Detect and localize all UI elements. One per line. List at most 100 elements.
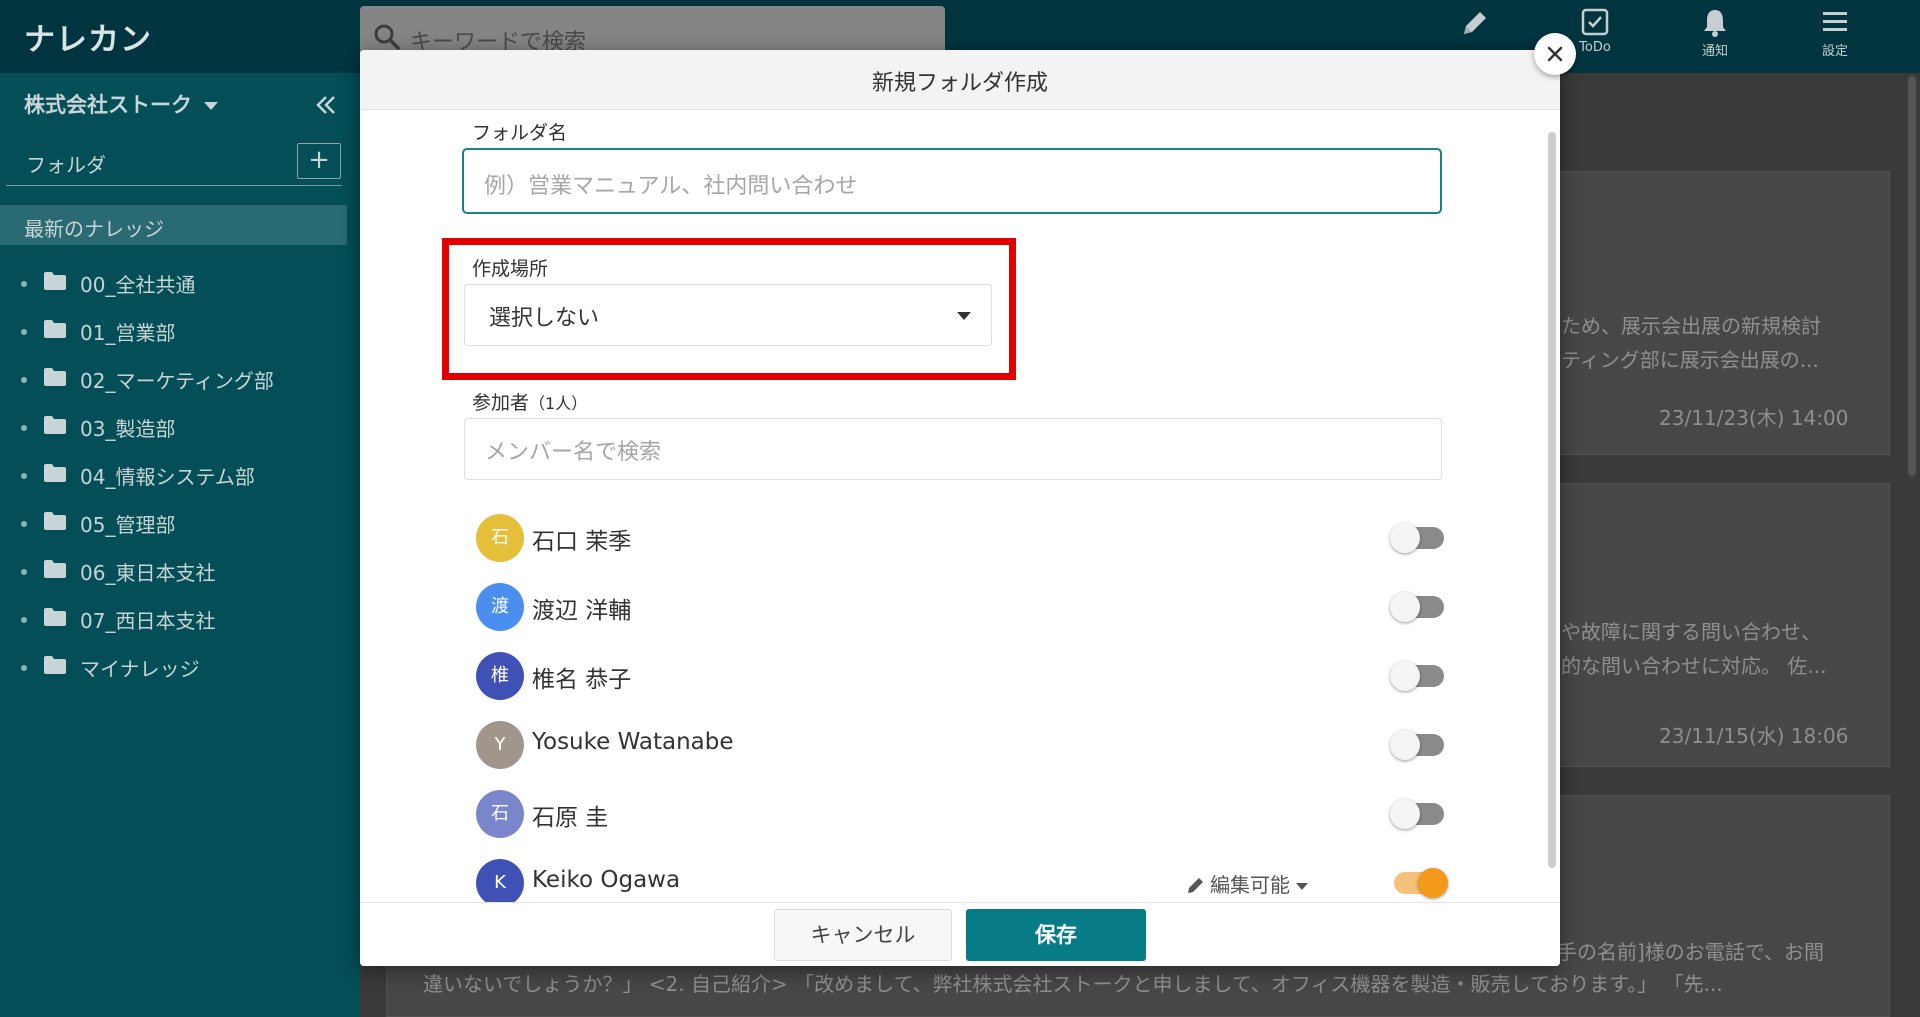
folder-icon: [44, 272, 66, 290]
location-label: 作成場所: [472, 258, 549, 280]
card-date: 23/11/15(水) 18:06: [1659, 724, 1849, 748]
permission-label: 編集可能: [1210, 873, 1290, 897]
folder-item[interactable]: 01_営業部: [0, 311, 360, 359]
caret-down-icon: [1296, 883, 1308, 890]
notification-button[interactable]: 通知: [1680, 6, 1750, 59]
folder-list: 00_全社共通 01_営業部 02_マーケティング部 03_製造部 04_情報シ…: [0, 263, 360, 695]
participants-count: （1人）: [529, 394, 588, 413]
settings-label: 設定: [1821, 44, 1848, 59]
avatar: 渡: [476, 583, 524, 631]
company-selector[interactable]: 株式会社ストーク: [24, 89, 218, 119]
member-toggle[interactable]: [1390, 799, 1444, 829]
bell-icon: [1704, 10, 1726, 37]
folder-name: 07_西日本支社: [80, 609, 216, 633]
member-name: 椎名 恭子: [532, 667, 632, 693]
toggle-knob: [1390, 799, 1420, 829]
permission-dropdown[interactable]: 編集可能: [1186, 869, 1308, 898]
settings-button[interactable]: 設定: [1800, 6, 1870, 59]
new-folder-dialog: 新規フォルダ作成 フォルダ名 例）営業マニュアル、社内問い合わせ 作成場所 選択…: [360, 50, 1560, 966]
caret-down-icon: [204, 102, 218, 110]
checkbox-icon: [1581, 8, 1609, 36]
member-row: Y Yosuke Watanabe: [464, 715, 1444, 775]
member-name: Yosuke Watanabe: [532, 729, 734, 755]
folder-name-label: フォルダ名: [472, 122, 568, 144]
participants-title: 参加者: [472, 392, 530, 414]
member-toggle[interactable]: [1390, 730, 1444, 760]
avatar: 石: [476, 790, 524, 838]
pencil-icon: [1464, 12, 1486, 34]
folder-item[interactable]: 00_全社共通: [0, 263, 360, 311]
knowledge-card[interactable]: や故障に関する問い合わせ、 的な問い合わせに対応。 佐... 23/11/15(…: [1550, 483, 1890, 767]
member-toggle[interactable]: [1390, 523, 1444, 553]
bullet: [21, 521, 27, 527]
folder-name: 04_情報システム部: [80, 465, 255, 489]
card-date: 23/11/23(木) 14:00: [1659, 406, 1849, 430]
menu-icon: [1823, 12, 1847, 31]
folder-item[interactable]: 04_情報システム部: [0, 455, 360, 503]
toggle-knob: [1390, 730, 1420, 760]
page-scrollbar[interactable]: [1908, 76, 1916, 476]
member-row: 渡 渡辺 洋輔: [464, 577, 1444, 637]
recent-knowledge-label: 最新のナレッジ: [24, 217, 164, 241]
member-toggle[interactable]: [1390, 592, 1444, 622]
folder-item[interactable]: マイナレッジ: [0, 647, 360, 695]
folder-icon: [44, 608, 66, 626]
app-logo[interactable]: ナレカン: [24, 14, 152, 59]
bullet: [21, 569, 27, 575]
dialog-scrollbar[interactable]: [1548, 132, 1556, 868]
location-value: 選択しない: [489, 306, 600, 331]
location-select[interactable]: 選択しない: [464, 284, 992, 346]
member-toggle[interactable]: [1390, 661, 1444, 691]
folder-name-placeholder: 例）営業マニュアル、社内問い合わせ: [484, 174, 858, 199]
folder-name: マイナレッジ: [80, 657, 200, 681]
edit-button[interactable]: [1440, 6, 1510, 40]
collapse-sidebar-icon[interactable]: [312, 91, 340, 119]
folder-icon: [44, 368, 66, 386]
toggle-knob: [1390, 592, 1420, 622]
card-excerpt: ため、展示会出展の新規検討: [1561, 314, 1821, 338]
knowledge-card[interactable]: ため、展示会出展の新規検討 ティング部に展示会出展の... 23/11/23(木…: [1550, 171, 1890, 455]
avatar: 石: [476, 514, 524, 562]
recent-knowledge-item[interactable]: 最新のナレッジ: [0, 205, 347, 245]
participants-label: 参加者（1人）: [472, 388, 587, 415]
folder-item[interactable]: 02_マーケティング部: [0, 359, 360, 407]
close-dialog-button[interactable]: [1534, 33, 1576, 75]
toggle-knob: [1390, 523, 1420, 553]
toggle-knob: [1418, 868, 1448, 898]
cancel-button[interactable]: キャンセル: [774, 909, 952, 961]
folder-item[interactable]: 05_管理部: [0, 503, 360, 551]
bullet: [21, 281, 27, 287]
bullet: [21, 425, 27, 431]
add-folder-button[interactable]: +: [297, 143, 341, 179]
member-row: 椎 椎名 恭子: [464, 646, 1444, 706]
folder-icon: [44, 560, 66, 578]
avatar: 椎: [476, 652, 524, 700]
folder-header: フォルダ: [26, 153, 106, 177]
folder-icon: [44, 416, 66, 434]
folder-item[interactable]: 07_西日本支社: [0, 599, 360, 647]
folder-name: 06_東日本支社: [80, 561, 216, 585]
bullet: [21, 473, 27, 479]
member-row: 石 石口 茉季: [464, 508, 1444, 568]
folder-name: 00_全社共通: [80, 273, 196, 297]
bullet: [21, 377, 27, 383]
avatar: Y: [476, 721, 524, 769]
avatar: K: [476, 859, 524, 907]
folder-icon: [44, 656, 66, 674]
company-name: 株式会社ストーク: [24, 93, 192, 117]
member-name: 渡辺 洋輔: [532, 598, 632, 624]
pencil-icon: [1188, 878, 1203, 893]
toggle-knob: [1390, 661, 1420, 691]
dialog-footer: キャンセル 保存: [360, 902, 1560, 966]
sidebar: 株式会社ストーク フォルダ + 最新のナレッジ 00_全社共通 01_営業部 0…: [0, 73, 360, 1017]
save-button[interactable]: 保存: [966, 909, 1146, 961]
member-toggle[interactable]: [1394, 868, 1448, 898]
folder-icon: [44, 464, 66, 482]
folder-item[interactable]: 03_製造部: [0, 407, 360, 455]
folder-name-input[interactable]: 例）営業マニュアル、社内問い合わせ: [462, 148, 1442, 214]
caret-down-icon: [957, 312, 971, 320]
folder-item[interactable]: 06_東日本支社: [0, 551, 360, 599]
member-name: Keiko Ogawa: [532, 867, 681, 893]
member-search-input[interactable]: メンバー名で検索: [464, 418, 1442, 480]
dialog-header: 新規フォルダ作成: [360, 50, 1560, 110]
